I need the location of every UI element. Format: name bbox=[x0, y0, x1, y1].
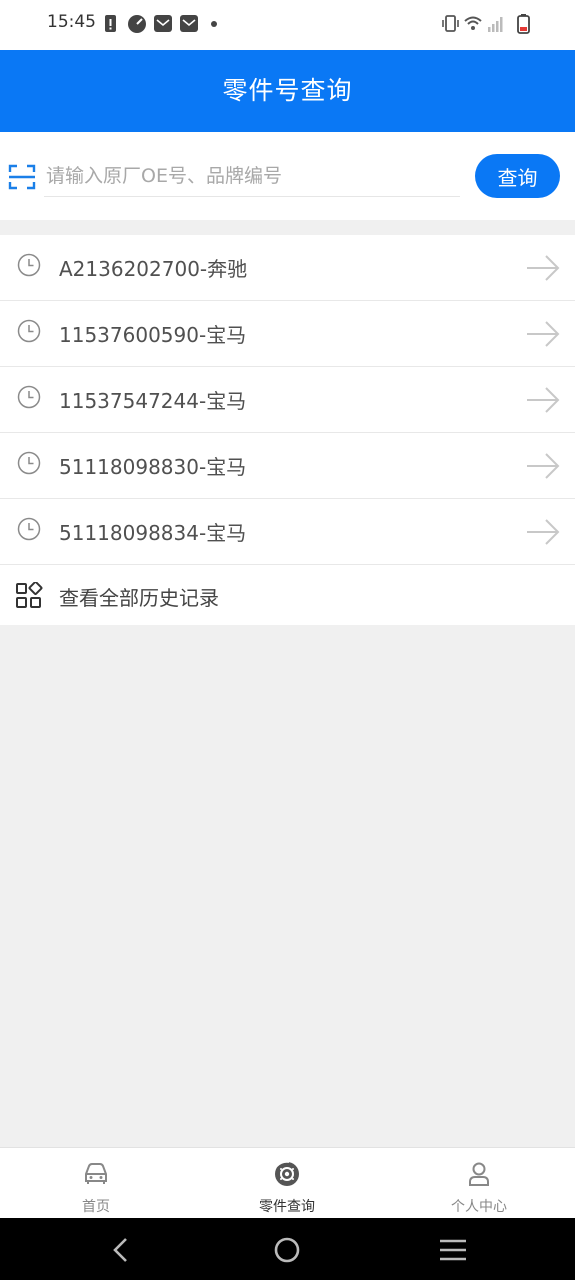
arrow-right-icon bbox=[527, 321, 560, 347]
history-item[interactable]: A2136202700-奔驰 bbox=[0, 235, 575, 301]
history-item-label: 11537600590-宝马 bbox=[59, 323, 247, 347]
tab-profile-label: 个人中心 bbox=[451, 1199, 507, 1215]
battery-alert-icon bbox=[105, 15, 116, 32]
search-section: 查询 bbox=[0, 132, 575, 220]
mail-icon bbox=[180, 15, 198, 32]
history-item[interactable]: 11537547244-宝马 bbox=[0, 367, 575, 433]
history-item[interactable]: 11537600590-宝马 bbox=[0, 301, 575, 367]
arrow-right-icon bbox=[527, 453, 560, 479]
status-time: 15:45 bbox=[47, 12, 96, 32]
battery-icon bbox=[517, 14, 530, 34]
arrow-right-icon bbox=[527, 519, 560, 545]
history-item[interactable]: 51118098830-宝马 bbox=[0, 433, 575, 499]
tab-profile[interactable]: 个人中心 bbox=[383, 1148, 575, 1219]
user-icon bbox=[469, 1162, 489, 1186]
app-bar: 零件号查询 bbox=[0, 50, 575, 132]
search-input[interactable] bbox=[44, 156, 460, 197]
gauge-icon bbox=[128, 15, 146, 33]
mail-icon bbox=[154, 15, 172, 32]
history-item-label: 51118098834-宝马 bbox=[59, 521, 247, 545]
home-circle-icon[interactable] bbox=[272, 1235, 302, 1265]
notification-icons bbox=[105, 15, 217, 33]
history-item-label: 11537547244-宝马 bbox=[59, 389, 247, 413]
history-item[interactable]: 51118098834-宝马 bbox=[0, 499, 575, 565]
vibrate-icon bbox=[442, 15, 459, 32]
arrow-right-icon bbox=[527, 255, 560, 281]
car-icon bbox=[85, 1163, 107, 1184]
bottom-nav: 首页 零件查询 个人中心 bbox=[0, 1147, 575, 1219]
wifi-icon bbox=[464, 16, 482, 30]
history-item-label: A2136202700-奔驰 bbox=[59, 257, 248, 281]
page-title: 零件号查询 bbox=[222, 76, 353, 105]
view-all-history-button[interactable]: 查看全部历史记录 bbox=[0, 565, 575, 625]
menu-icon[interactable] bbox=[438, 1235, 468, 1265]
tab-home-label: 首页 bbox=[82, 1199, 110, 1215]
clock-icon bbox=[17, 319, 41, 343]
apps-grid-icon bbox=[16, 582, 43, 608]
clock-icon bbox=[17, 517, 41, 541]
tab-parts-query[interactable]: 零件查询 bbox=[191, 1148, 383, 1219]
clock-icon bbox=[17, 385, 41, 409]
status-bar: 15:45 bbox=[0, 0, 575, 50]
tab-home[interactable]: 首页 bbox=[0, 1148, 192, 1219]
clock-icon bbox=[17, 253, 41, 277]
signal-icon bbox=[488, 17, 503, 32]
back-icon[interactable] bbox=[106, 1235, 136, 1265]
tab-parts-query-label: 零件查询 bbox=[259, 1199, 315, 1215]
scan-icon[interactable] bbox=[8, 163, 36, 191]
history-list: A2136202700-奔驰 11537600590-宝马 1153754724… bbox=[0, 235, 575, 625]
arrow-right-icon bbox=[527, 387, 560, 413]
brake-disc-icon bbox=[275, 1160, 299, 1186]
view-all-label: 查看全部历史记录 bbox=[59, 586, 219, 610]
search-button[interactable]: 查询 bbox=[475, 154, 560, 198]
dot-icon bbox=[211, 21, 217, 27]
history-item-label: 51118098830-宝马 bbox=[59, 455, 247, 479]
system-status-icons bbox=[442, 14, 530, 34]
clock-icon bbox=[17, 451, 41, 475]
system-nav-bar bbox=[0, 1218, 575, 1280]
